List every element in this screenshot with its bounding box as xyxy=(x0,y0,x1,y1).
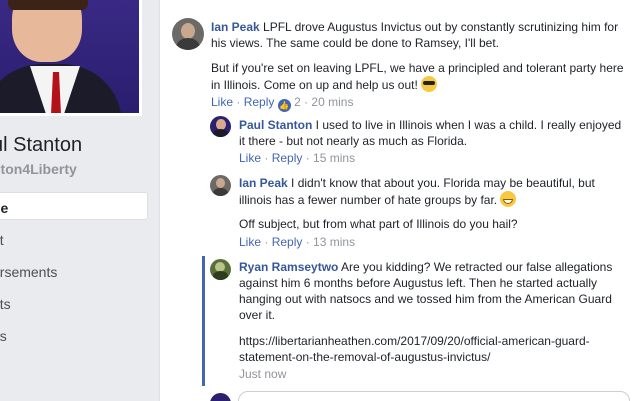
like-link[interactable]: Like xyxy=(211,95,233,109)
reply-link[interactable]: Reply xyxy=(272,235,303,249)
new-reply-indicator xyxy=(202,256,205,386)
nav-item-home[interactable]: ne xyxy=(0,192,148,220)
comment-author[interactable]: Ian Peak xyxy=(239,176,288,190)
nav-item-videos[interactable]: os xyxy=(0,321,148,349)
profile-sidebar: ul Stanton nton4Liberty ne ut orsements … xyxy=(0,0,160,401)
avatar-ryan-ramseytwo[interactable] xyxy=(210,259,231,280)
avatar-current-user xyxy=(210,393,231,401)
nav-item-more[interactable]: s xyxy=(0,385,148,401)
comment-text: LPFL drove Augustus Invictus out by cons… xyxy=(211,20,619,50)
reply-3-body: Ryan Ramseytwo Are you kidding? We retra… xyxy=(239,259,629,323)
reply-input[interactable] xyxy=(238,391,630,401)
timestamp[interactable]: 20 mins xyxy=(311,95,353,109)
comment-text: I didn't know that about you. Florida ma… xyxy=(239,176,595,207)
reply-3-timestamp[interactable]: Just now xyxy=(239,367,286,381)
profile-username[interactable]: nton4Liberty xyxy=(0,161,77,177)
comment-author[interactable]: Paul Stanton xyxy=(239,118,312,132)
avatar-paul-stanton[interactable] xyxy=(210,116,231,137)
reply-1-actions: Like · Reply · 15 mins xyxy=(239,151,356,165)
nav-item-posts[interactable]: s xyxy=(0,353,148,381)
profile-name[interactable]: ul Stanton xyxy=(0,134,82,157)
nav-item-endorsements[interactable]: orsements xyxy=(0,257,148,285)
comment-text: But if you're set on leaving LPFL, we ha… xyxy=(211,61,624,92)
reply-link[interactable]: Reply xyxy=(272,151,303,165)
reaction-count[interactable]: 2 xyxy=(294,95,301,109)
shared-link[interactable]: https://libertarianheathen.com/2017/09/2… xyxy=(239,333,609,365)
avatar-ian-peak[interactable] xyxy=(172,18,204,50)
reply-2-actions: Like · Reply · 13 mins xyxy=(239,235,356,249)
timestamp[interactable]: 15 mins xyxy=(313,151,355,165)
comment-1-actions: Like · Reply 👍 2 · 20 mins xyxy=(211,95,354,112)
reply-link[interactable]: Reply xyxy=(244,95,275,109)
timestamp[interactable]: 13 mins xyxy=(313,235,355,249)
comment-author[interactable]: Ian Peak xyxy=(211,20,260,34)
nav-item-about[interactable]: ut xyxy=(0,225,148,253)
grinning-emoji-icon xyxy=(500,191,517,207)
like-link[interactable]: Like xyxy=(239,151,261,165)
nav-item-events[interactable]: nts xyxy=(0,289,148,317)
comments-panel: Ian Peak LPFL drove Augustus Invictus ou… xyxy=(160,0,639,401)
thumbs-up-icon[interactable]: 👍 xyxy=(277,99,291,112)
comment-1-body-2: But if you're set on leaving LPFL, we ha… xyxy=(211,60,631,93)
sunglasses-emoji-icon xyxy=(421,76,438,92)
comment-1-body: Ian Peak LPFL drove Augustus Invictus ou… xyxy=(211,19,631,51)
reply-2-body: Ian Peak I didn't know that about you. F… xyxy=(239,175,609,208)
reply-1-body: Paul Stanton I used to live in Illinois … xyxy=(239,117,629,149)
avatar-ian-peak[interactable] xyxy=(210,175,231,196)
like-link[interactable]: Like xyxy=(239,235,261,249)
comment-text: Off subject, but from what part of Illin… xyxy=(239,217,518,231)
comment-author[interactable]: Ryan Ramseytwo xyxy=(239,260,338,274)
profile-photo[interactable] xyxy=(0,0,142,116)
reply-2-body-2: Off subject, but from what part of Illin… xyxy=(239,216,629,232)
